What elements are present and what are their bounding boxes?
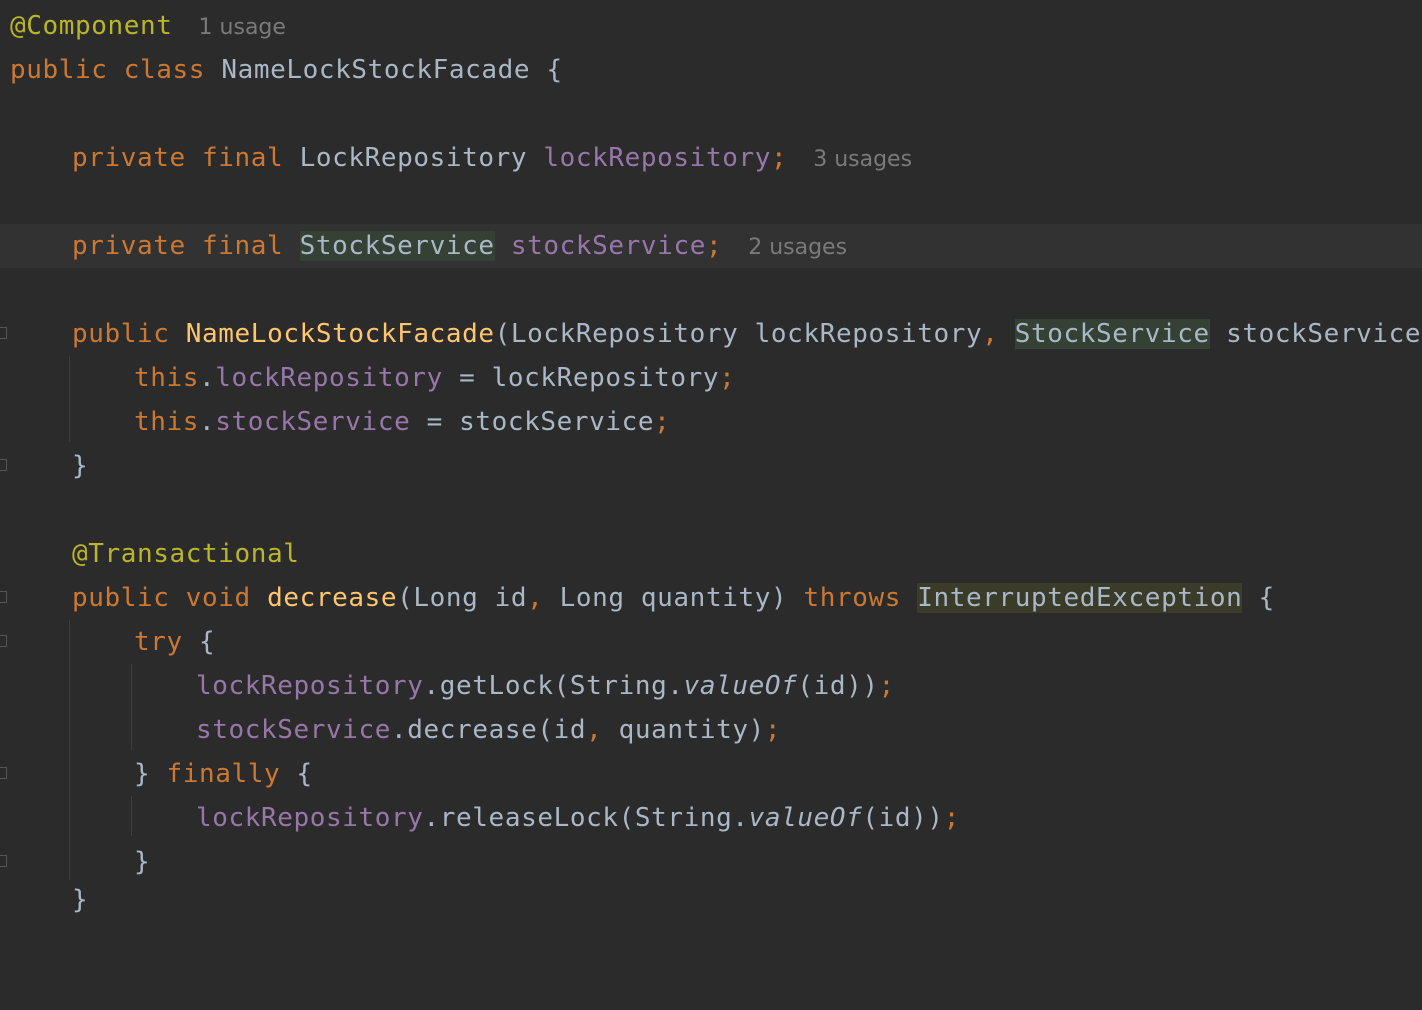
dot: . xyxy=(199,407,216,437)
keyword: try xyxy=(134,627,183,657)
brace: { xyxy=(546,55,563,85)
code-line[interactable]: lockRepository.getLock(String.valueOf(id… xyxy=(0,664,1422,708)
code-line[interactable]: } xyxy=(0,878,1422,922)
code-line-current[interactable]: private final StockService stockService;… xyxy=(0,224,1422,268)
assignment: = stockService xyxy=(410,407,655,437)
semicolon: ; xyxy=(719,363,736,393)
semicolon: ; xyxy=(654,407,671,437)
field-name: stockService xyxy=(215,407,411,437)
method-call: .releaseLock(String. xyxy=(423,803,749,833)
method-call: .getLock(String. xyxy=(423,671,684,701)
keyword: this xyxy=(134,407,200,437)
params: Long quantity) xyxy=(543,583,804,613)
comma: , xyxy=(527,583,544,613)
brace: { xyxy=(182,627,216,657)
code-line[interactable]: } finally { xyxy=(0,752,1422,796)
class-name: NameLockStockFacade xyxy=(221,55,531,85)
usage-hint[interactable]: 3 usages xyxy=(813,147,912,172)
static-method: valueOf xyxy=(683,671,798,701)
keyword: this xyxy=(134,363,200,393)
type-name-highlighted: StockService xyxy=(299,231,495,261)
code-line[interactable]: public void decrease(Long id, Long quant… xyxy=(0,576,1422,620)
keyword: finally xyxy=(166,759,281,789)
field-name: stockService xyxy=(510,231,706,261)
brace: } xyxy=(72,451,89,481)
brace: { xyxy=(280,759,313,789)
method-call: .decrease(id xyxy=(391,715,587,745)
keyword: public xyxy=(72,319,170,349)
semicolon: ; xyxy=(764,715,782,745)
keyword: private xyxy=(72,231,186,261)
semicolon: ; xyxy=(770,143,788,173)
params: (Long id xyxy=(397,583,528,613)
keyword: void xyxy=(185,583,251,613)
field-name: lockRepository xyxy=(196,671,424,701)
code-line[interactable]: } xyxy=(0,444,1422,488)
type-name-highlighted: StockService xyxy=(1014,319,1210,349)
method-name: decrease xyxy=(267,583,398,613)
brace: } xyxy=(134,759,167,789)
brace: } xyxy=(134,847,151,877)
field-name: lockRepository xyxy=(215,363,443,393)
type-name: LockRepository xyxy=(299,143,528,173)
code-line[interactable]: this.stockService = stockService; xyxy=(0,400,1422,444)
annotation: @Transactional xyxy=(72,539,300,569)
code-line[interactable]: this.lockRepository = lockRepository; xyxy=(0,356,1422,400)
field-name: stockService xyxy=(196,715,392,745)
method-name: NameLockStockFacade xyxy=(185,319,495,349)
args: quantity) xyxy=(602,715,765,745)
semicolon: ; xyxy=(878,671,895,701)
keyword: throws xyxy=(803,583,901,613)
assignment: = lockRepository xyxy=(442,363,720,393)
keyword: final xyxy=(202,143,284,173)
code-editor[interactable]: @Component 1 usage public class NameLockS… xyxy=(0,0,1422,915)
code-line[interactable]: lockRepository.releaseLock(String.valueO… xyxy=(0,796,1422,840)
brace: { xyxy=(1242,583,1275,613)
usage-hint[interactable]: 2 usages xyxy=(748,235,847,260)
dot: . xyxy=(199,363,216,393)
code-line[interactable]: stockService.decrease(id, quantity); xyxy=(0,708,1422,752)
code-line[interactable]: public class NameLockStockFacade { xyxy=(0,48,1422,92)
args: (id)) xyxy=(797,671,879,701)
semicolon: ; xyxy=(943,803,960,833)
comma: , xyxy=(586,715,603,745)
usage-hint[interactable]: 1 usage xyxy=(199,15,286,40)
field-name: lockRepository xyxy=(196,803,424,833)
code-line[interactable]: @Component 1 usage xyxy=(0,4,1422,48)
exception-highlighted: InterruptedException xyxy=(917,583,1243,613)
brace: } xyxy=(72,885,89,915)
static-method: valueOf xyxy=(748,803,863,833)
keyword: class xyxy=(123,55,206,85)
keyword: final xyxy=(202,231,284,261)
params: stockService) { xyxy=(1226,319,1422,349)
annotation: @Component xyxy=(10,11,173,41)
code-line[interactable]: try { xyxy=(0,620,1422,664)
comma: , xyxy=(982,319,999,349)
code-line[interactable]: public NameLockStockFacade(LockRepositor… xyxy=(0,312,1422,356)
keyword: private xyxy=(72,143,186,173)
keyword: public xyxy=(72,583,170,613)
args: (id)) xyxy=(862,803,944,833)
semicolon: ; xyxy=(705,231,723,261)
keyword: public xyxy=(10,55,108,85)
params: (LockRepository lockRepository xyxy=(494,319,983,349)
code-line[interactable]: private final LockRepository lockReposit… xyxy=(0,136,1422,180)
field-name: lockRepository xyxy=(543,143,771,173)
code-line[interactable]: @Transactional xyxy=(0,532,1422,576)
